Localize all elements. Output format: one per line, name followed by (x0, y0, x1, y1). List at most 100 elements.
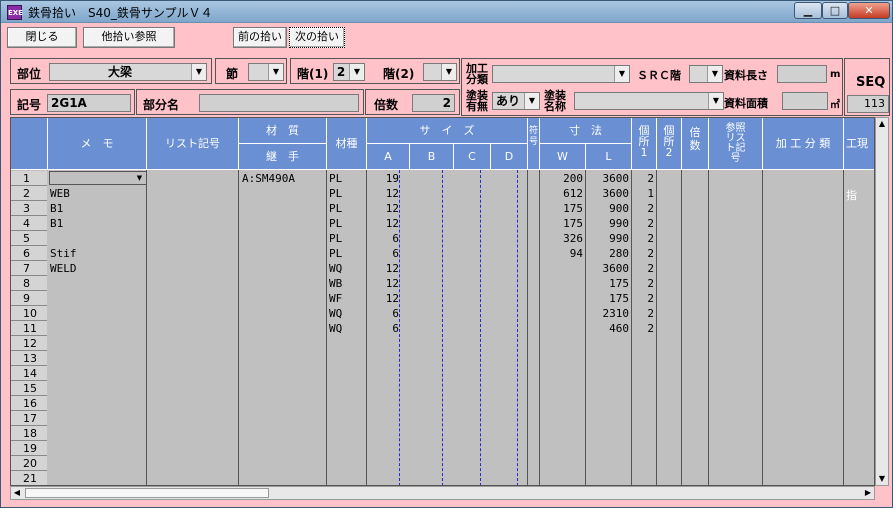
table-cell[interactable]: 6 (367, 321, 399, 336)
table-cell[interactable]: WQ (329, 321, 365, 336)
table-cell[interactable] (367, 396, 399, 411)
table-cell[interactable]: 19 (367, 171, 399, 186)
header-sunpo[interactable]: 寸 法 (540, 118, 632, 144)
table-cell[interactable] (586, 381, 629, 396)
src-select[interactable]: ▼ (689, 65, 723, 83)
table-cell[interactable] (367, 336, 399, 351)
table-cell[interactable] (50, 291, 140, 306)
table-cell[interactable]: 2 (632, 171, 654, 186)
table-cell[interactable] (632, 426, 654, 441)
table-cell[interactable] (242, 276, 326, 291)
buui-select[interactable]: 大梁 ▼ (49, 63, 207, 81)
table-cell[interactable] (50, 366, 140, 381)
table-cell[interactable] (242, 306, 326, 321)
header-kasho2[interactable]: 個所2 (657, 118, 682, 170)
table-cell[interactable]: 2 (632, 216, 654, 231)
header-kakou[interactable]: 加 工 分 類 (763, 118, 844, 170)
scroll-down-icon[interactable]: ▼ (876, 473, 888, 485)
table-cell[interactable] (367, 411, 399, 426)
table-cell[interactable] (586, 366, 629, 381)
table-cell[interactable]: 2 (632, 276, 654, 291)
table-cell[interactable] (242, 441, 326, 456)
table-cell[interactable] (329, 396, 365, 411)
table-cell[interactable] (242, 216, 326, 231)
table-cell[interactable] (50, 306, 140, 321)
table-cell[interactable] (242, 351, 326, 366)
table-cell[interactable] (586, 336, 629, 351)
table-cell[interactable]: WELD (50, 261, 140, 276)
table-cell[interactable]: PL (329, 231, 365, 246)
table-cell[interactable] (242, 291, 326, 306)
table-cell[interactable] (540, 351, 583, 366)
table-cell[interactable] (586, 426, 629, 441)
table-cell[interactable] (50, 426, 140, 441)
table-cell[interactable] (632, 441, 654, 456)
table-cell[interactable]: 612 (540, 186, 583, 201)
table-cell[interactable]: PL (329, 201, 365, 216)
table-cell[interactable]: 900 (586, 201, 629, 216)
shiryo-len-input[interactable] (777, 65, 827, 83)
table-cell[interactable] (50, 276, 140, 291)
table-cell[interactable] (329, 411, 365, 426)
table-cell[interactable]: 2 (632, 261, 654, 276)
table-cell[interactable] (367, 456, 399, 471)
close-button[interactable]: 閉じる (7, 27, 77, 48)
table-cell[interactable] (540, 291, 583, 306)
scroll-up-icon[interactable]: ▲ (876, 118, 888, 130)
table-cell[interactable]: 94 (540, 246, 583, 261)
table-cell[interactable] (586, 411, 629, 426)
header-zaishu[interactable]: 材種 (327, 118, 367, 170)
header-sansho[interactable]: 参照リスト記号 (709, 118, 763, 170)
scroll-right-icon[interactable]: ▶ (862, 487, 874, 499)
table-cell[interactable]: 12 (367, 201, 399, 216)
table-cell[interactable] (329, 381, 365, 396)
table-cell[interactable] (242, 426, 326, 441)
table-cell[interactable] (540, 321, 583, 336)
table-cell[interactable] (632, 381, 654, 396)
prev-button[interactable]: 前の拾い (233, 27, 287, 48)
chevron-down-icon[interactable]: ▼ (268, 64, 283, 80)
table-cell[interactable] (632, 396, 654, 411)
header-memo[interactable]: メ モ (48, 118, 147, 170)
table-cell[interactable] (540, 381, 583, 396)
table-cell[interactable] (586, 471, 629, 485)
table-cell[interactable] (540, 441, 583, 456)
table-cell[interactable] (540, 306, 583, 321)
table-cell[interactable] (367, 471, 399, 485)
table-cell[interactable]: 175 (586, 276, 629, 291)
table-cell[interactable] (242, 231, 326, 246)
table-cell[interactable] (242, 261, 326, 276)
table-cell[interactable] (367, 351, 399, 366)
table-cell[interactable] (367, 441, 399, 456)
shiryo-area-input[interactable] (782, 92, 828, 110)
table-cell[interactable] (50, 336, 140, 351)
table-cell[interactable]: 2 (632, 321, 654, 336)
table-cell[interactable] (632, 411, 654, 426)
table-cell[interactable]: 6 (367, 231, 399, 246)
table-cell[interactable] (329, 351, 365, 366)
chevron-down-icon[interactable]: ▼ (614, 66, 629, 82)
table-cell[interactable]: 200 (540, 171, 583, 186)
table-cell[interactable]: PL (329, 216, 365, 231)
table-cell[interactable] (586, 456, 629, 471)
maximize-icon[interactable]: □ (822, 2, 848, 19)
table-cell[interactable] (50, 411, 140, 426)
scroll-left-icon[interactable]: ◀ (11, 487, 23, 499)
table-cell[interactable] (367, 366, 399, 381)
header-kasho1[interactable]: 個所1 (632, 118, 657, 170)
table-cell[interactable]: WQ (329, 306, 365, 321)
header-w[interactable]: W (540, 144, 586, 170)
table-cell[interactable] (242, 246, 326, 261)
memo-dropdown[interactable]: ▼ (49, 171, 147, 185)
table-cell[interactable]: 12 (367, 261, 399, 276)
table-cell[interactable] (50, 351, 140, 366)
table-cell[interactable]: 2 (632, 306, 654, 321)
table-cell[interactable]: 990 (586, 231, 629, 246)
table-cell[interactable]: 2310 (586, 306, 630, 321)
table-cell[interactable] (367, 426, 399, 441)
table-cell[interactable] (632, 351, 654, 366)
header-list[interactable]: リスト記号 (147, 118, 239, 170)
header-fu[interactable]: 符号 (528, 118, 540, 170)
table-cell[interactable]: 6 (367, 306, 399, 321)
table-cell[interactable]: 3600 (586, 171, 630, 186)
